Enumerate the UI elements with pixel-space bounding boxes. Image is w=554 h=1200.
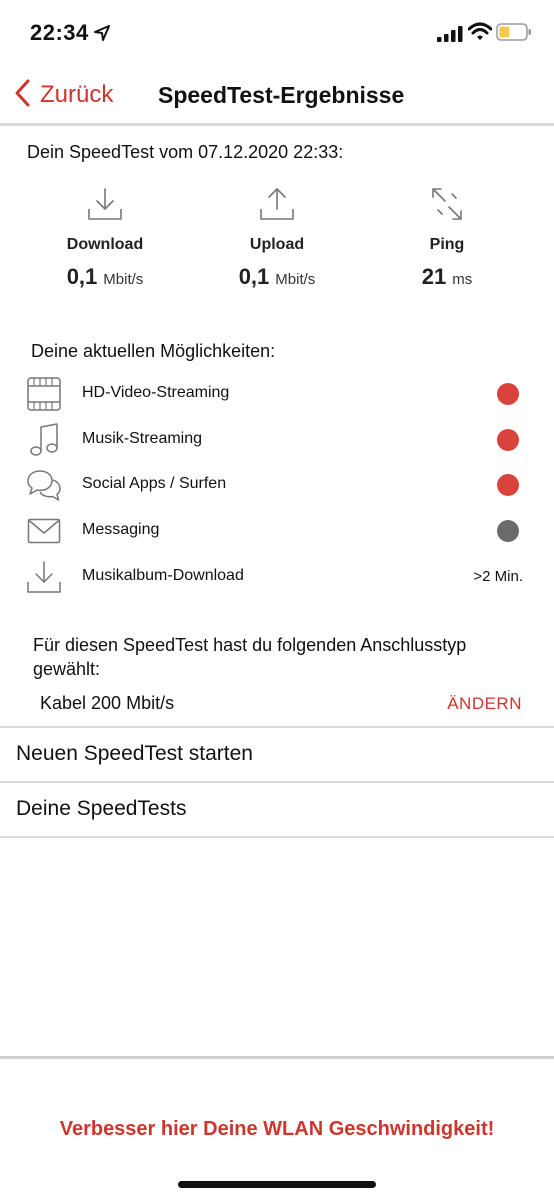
location-arrow-icon — [94, 25, 110, 46]
metric-value: 0,1 — [238, 264, 270, 289]
footer-divider — [0, 1056, 554, 1059]
change-connection-button[interactable]: ÄNDERN — [447, 694, 522, 714]
navigation-bar: Zurück SpeedTest-Ergebnisse — [0, 66, 554, 124]
metric-value: 21 — [421, 264, 447, 289]
chat-bubbles-icon — [26, 467, 62, 503]
capability-row-messaging: Messaging — [0, 509, 554, 553]
home-indicator — [178, 1181, 376, 1188]
metric-ping: Ping 21 ms — [367, 184, 527, 290]
upload-icon — [197, 184, 357, 224]
status-dot — [497, 474, 519, 496]
back-label: Zurück — [40, 81, 114, 108]
improve-wlan-link[interactable]: Verbesser hier Deine WLAN Geschwindigkei… — [0, 1118, 554, 1141]
metric-value: 0,1 — [66, 264, 98, 289]
capability-label: Social Apps / Surfen — [82, 475, 227, 492]
metric-unit: ms — [452, 271, 473, 288]
page-title: SpeedTest-Ergebnisse — [158, 82, 405, 108]
capability-row-music-streaming: Musik-Streaming — [0, 418, 554, 462]
capability-label: HD-Video-Streaming — [82, 384, 230, 401]
metric-upload: Upload 0,1 Mbit/s — [197, 184, 357, 290]
new-speedtest-button[interactable]: Neuen SpeedTest starten — [0, 728, 554, 782]
battery-icon — [496, 22, 532, 47]
film-strip-icon — [26, 376, 62, 412]
wifi-icon — [467, 22, 493, 47]
my-speedtests-label: Deine SpeedTests — [16, 797, 187, 820]
capability-label: Musik-Streaming — [82, 430, 203, 447]
metric-unit: Mbit/s — [275, 271, 316, 288]
connection-type-value: Kabel 200 Mbit/s — [40, 693, 175, 713]
capability-label: Messaging — [82, 521, 160, 538]
capability-row-social-apps: Social Apps / Surfen — [0, 463, 554, 507]
status-dot — [497, 383, 519, 405]
download-duration: >2 Min. — [473, 568, 523, 585]
status-bar: 22:34 — [0, 0, 554, 64]
status-dot — [497, 429, 519, 451]
divider — [0, 836, 554, 838]
status-dot — [497, 520, 519, 542]
speedtest-results-screen: 22:34 Zurück SpeedTest-Ergebnisse Dein S… — [0, 0, 554, 1200]
metric-label: Upload — [249, 236, 305, 253]
download-icon — [26, 559, 62, 595]
metric-label: Ping — [429, 236, 465, 253]
capability-row-hd-video: HD-Video-Streaming — [0, 372, 554, 416]
music-note-icon — [26, 422, 62, 458]
status-time: 22:34 — [30, 20, 89, 45]
metric-unit: Mbit/s — [103, 271, 144, 288]
capability-label: Musikalbum-Download — [82, 567, 244, 584]
back-button[interactable]: Zurück — [14, 79, 113, 111]
connection-description: Für diesen SpeedTest hast du folgenden A… — [33, 635, 467, 679]
nav-divider — [0, 123, 554, 126]
my-speedtests-button[interactable]: Deine SpeedTests — [0, 783, 554, 837]
chevron-left-icon — [14, 79, 30, 112]
ping-icon — [367, 184, 527, 224]
envelope-icon — [26, 513, 62, 549]
capabilities-title: Deine aktuellen Möglichkeiten: — [31, 341, 276, 361]
speedtest-date-header: Dein SpeedTest vom 07.12.2020 22:33: — [27, 142, 344, 162]
download-icon — [25, 184, 185, 224]
new-speedtest-label: Neuen SpeedTest starten — [16, 742, 253, 765]
metric-download: Download 0,1 Mbit/s — [25, 184, 185, 290]
cellular-signal-icon — [437, 26, 463, 47]
metric-label: Download — [66, 236, 144, 253]
capability-row-album-download: Musikalbum-Download >2 Min. — [0, 555, 554, 599]
